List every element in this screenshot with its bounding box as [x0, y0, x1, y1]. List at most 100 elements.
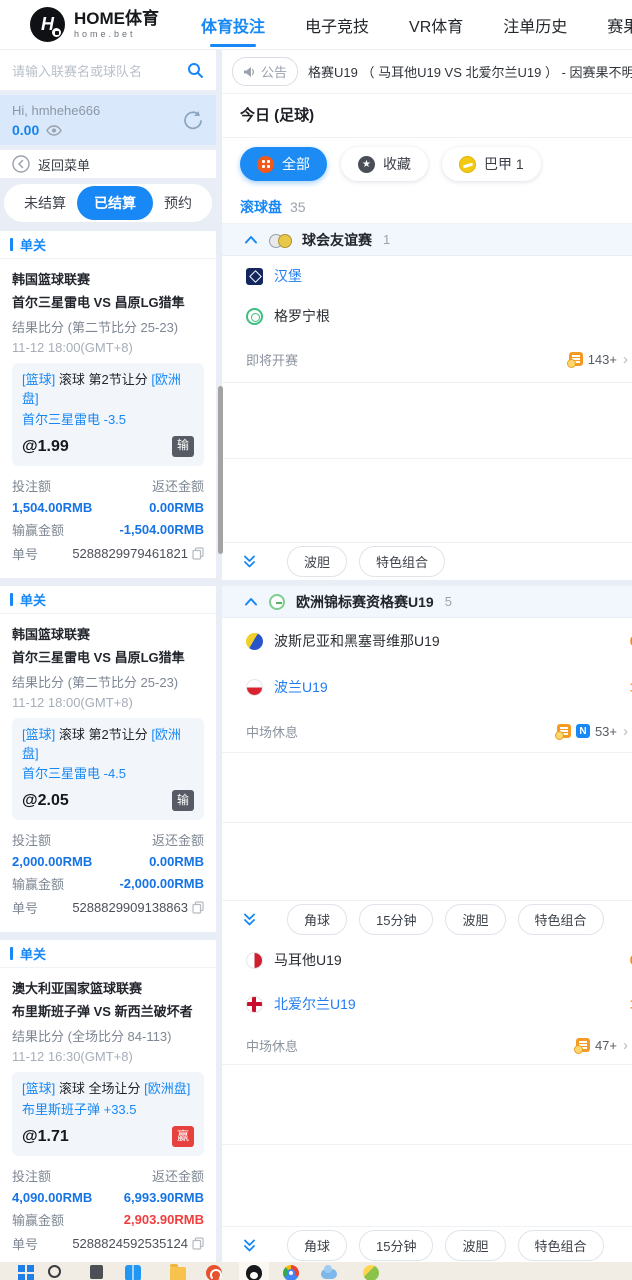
- expand-markets-button[interactable]: [242, 912, 257, 927]
- amount-values-row: 4,090.00RMB 6,993.90RMB: [12, 1190, 204, 1205]
- league-section-title: 欧洲锦标赛资格赛U19: [296, 593, 434, 610]
- app-orange-icon[interactable]: [206, 1265, 222, 1280]
- markets-count-text: 53+: [594, 723, 617, 739]
- team-row[interactable]: 汉堡: [222, 256, 632, 296]
- expand-more-icon[interactable]: [242, 1238, 257, 1253]
- groningen-logo: [246, 307, 263, 325]
- nav-item[interactable]: VR体育: [409, 0, 463, 52]
- team-row[interactable]: 马耳他U190: [222, 938, 632, 982]
- match-sections: 球会友谊赛 1 汉堡 格罗宁根 即将开赛 143+ › 波胆 特色组合 欧洲锦标赛资格赛U19 5 波…: [222, 224, 632, 1264]
- empty-odds-row: [222, 382, 632, 458]
- filter-chip[interactable]: 收藏: [341, 147, 428, 181]
- file-explorer-icon[interactable]: [170, 1264, 186, 1280]
- team-row[interactable]: 格罗宁根: [222, 296, 632, 336]
- stake-value: 4,090.00RMB: [12, 1190, 93, 1206]
- market-category-chip[interactable]: 特色组合: [359, 546, 446, 577]
- bet-slip-type: 单关: [0, 940, 216, 969]
- team-name: 马耳他U19: [274, 952, 342, 968]
- expand-more-icon[interactable]: [242, 912, 257, 927]
- widgets-icon[interactable]: [90, 1265, 103, 1279]
- taskbar-search-icon[interactable]: [48, 1265, 61, 1278]
- search-bar[interactable]: 请输入联赛名或球队名: [0, 50, 216, 90]
- settlement-tab[interactable]: 未结算: [14, 186, 76, 220]
- hamburg-logo: [246, 267, 263, 285]
- team-name: 汉堡: [274, 268, 302, 284]
- nav-item[interactable]: 体育投注: [201, 0, 265, 52]
- refresh-icon[interactable]: [182, 110, 204, 132]
- chevron-up-icon[interactable]: [244, 234, 258, 245]
- settlement-tab[interactable]: 已结算: [77, 186, 153, 220]
- markets-count-link[interactable]: N 53+ ›: [554, 723, 628, 740]
- search-input[interactable]: 请输入联赛名或球队名: [12, 61, 187, 80]
- market-category-chip[interactable]: 特色组合: [517, 904, 604, 935]
- market-category-chip[interactable]: 15分钟: [359, 1230, 434, 1261]
- n-stream-icon: N: [575, 724, 590, 738]
- search-icon[interactable]: [187, 62, 204, 79]
- announcement-text[interactable]: 格赛U19 （ 马耳他U19 VS 北爱尔兰U19 ） - 因赛果不明确，赛果将: [308, 62, 632, 81]
- windows-taskbar: [0, 1262, 632, 1280]
- main-nav: 体育投注 电子竞技 VR体育 注单历史 赛果: [201, 0, 632, 52]
- eye-icon[interactable]: [46, 124, 63, 136]
- qq-icon[interactable]: [246, 1265, 262, 1280]
- copy-icon[interactable]: [192, 901, 204, 915]
- expand-markets-button[interactable]: [242, 1238, 257, 1253]
- live-markets-row[interactable]: 滚球盘 35: [222, 190, 632, 224]
- copy-icon[interactable]: [192, 1237, 204, 1250]
- expand-markets-button[interactable]: [242, 554, 257, 569]
- winloss-label: 输赢金额: [12, 877, 65, 893]
- app-window: H HOME体育 home.bet 体育投注 电子竞技 VR体育 注单历史 赛果 请输入…: [0, 0, 632, 1280]
- chevron-up-icon[interactable]: [244, 596, 258, 607]
- competition-icon: [269, 593, 285, 610]
- announcement-badge[interactable]: 公告: [232, 57, 299, 86]
- market-category-chip[interactable]: 波胆: [445, 904, 506, 935]
- bet-slip-body: 澳大利亚国家篮球联赛 布里斯班子弹 VS 新西兰破坏者 结果比分 (全场比分 84-…: [0, 968, 216, 1268]
- sidebar-scrollbar[interactable]: [218, 386, 223, 554]
- markets-count-link[interactable]: 143+ ›: [566, 351, 628, 368]
- outcome-badge: 赢: [172, 1126, 194, 1148]
- cloud-app-icon[interactable]: [321, 1265, 337, 1279]
- brand-logo[interactable]: H HOME体育 home.bet: [0, 7, 159, 42]
- poland-logo: [246, 678, 263, 696]
- settlement-tab[interactable]: 预约: [154, 186, 202, 220]
- map-app-icon[interactable]: [363, 1265, 379, 1280]
- league-section-header[interactable]: 球会友谊赛 1: [222, 224, 632, 256]
- announcement-badge-label: 公告: [261, 65, 288, 80]
- balance-amount: 0.00: [12, 122, 40, 138]
- market-category-chip[interactable]: 角球: [287, 1230, 348, 1261]
- team-name: 波兰U19: [274, 679, 328, 695]
- back-to-menu-button[interactable]: 返回菜单: [0, 150, 216, 178]
- market-category-chip[interactable]: 特色组合: [517, 1230, 604, 1261]
- market-category-chip[interactable]: 波胆: [287, 546, 348, 577]
- chrome-icon[interactable]: [283, 1265, 299, 1280]
- team-row[interactable]: 北爱尔兰U191: [222, 982, 632, 1026]
- slip-odds-row: @1.99 输: [22, 435, 194, 458]
- nav-item[interactable]: 赛果: [607, 0, 632, 52]
- nav-item[interactable]: 注单历史: [503, 0, 567, 52]
- slip-match-time: 11-12 18:00(GMT+8): [12, 694, 133, 710]
- amount-values-row: 2,000.00RMB 0.00RMB: [12, 854, 204, 869]
- windows-start-icon[interactable]: [18, 1265, 34, 1280]
- team-row[interactable]: 波斯尼亚和黑塞哥维那U190: [222, 618, 632, 664]
- chevron-right-icon[interactable]: ›: [623, 1037, 628, 1054]
- market-category-chip[interactable]: 角球: [287, 904, 348, 935]
- team-row[interactable]: 波兰U191: [222, 664, 632, 710]
- chevron-right-icon[interactable]: ›: [623, 723, 628, 740]
- winloss-row: 输赢金额 2,903.90RMB: [12, 1210, 204, 1229]
- league-section-header[interactable]: 欧洲锦标赛资格赛U19 5: [222, 586, 632, 618]
- slip-amounts: 投注额 返还金额 1,504.00RMB 0.00RMB 输赢金额 -1,504.00RM…: [12, 476, 204, 563]
- back-to-menu-label: 返回菜单: [38, 157, 91, 173]
- expand-more-icon[interactable]: [242, 554, 257, 569]
- nav-item[interactable]: 电子竞技: [305, 0, 369, 52]
- market-category-chip[interactable]: 15分钟: [359, 904, 434, 935]
- filter-chip[interactable]: 巴甲 1: [442, 147, 541, 181]
- return-label: 返还金额: [151, 833, 204, 849]
- movies-app-icon[interactable]: [125, 1265, 141, 1280]
- chevron-right-icon[interactable]: ›: [623, 351, 628, 368]
- market-category-chip[interactable]: 波胆: [445, 1230, 506, 1261]
- copy-icon[interactable]: [192, 547, 204, 560]
- arrow-left-circle-icon: [12, 155, 30, 173]
- filter-chip[interactable]: 全部: [240, 147, 327, 181]
- winloss-label: 输赢金额: [12, 1213, 65, 1229]
- markets-count-link[interactable]: 47+ ›: [573, 1037, 628, 1054]
- sports-main-panel: 公告 格赛U19 （ 马耳他U19 VS 北爱尔兰U19 ） - 因赛果不明确，…: [222, 50, 632, 1280]
